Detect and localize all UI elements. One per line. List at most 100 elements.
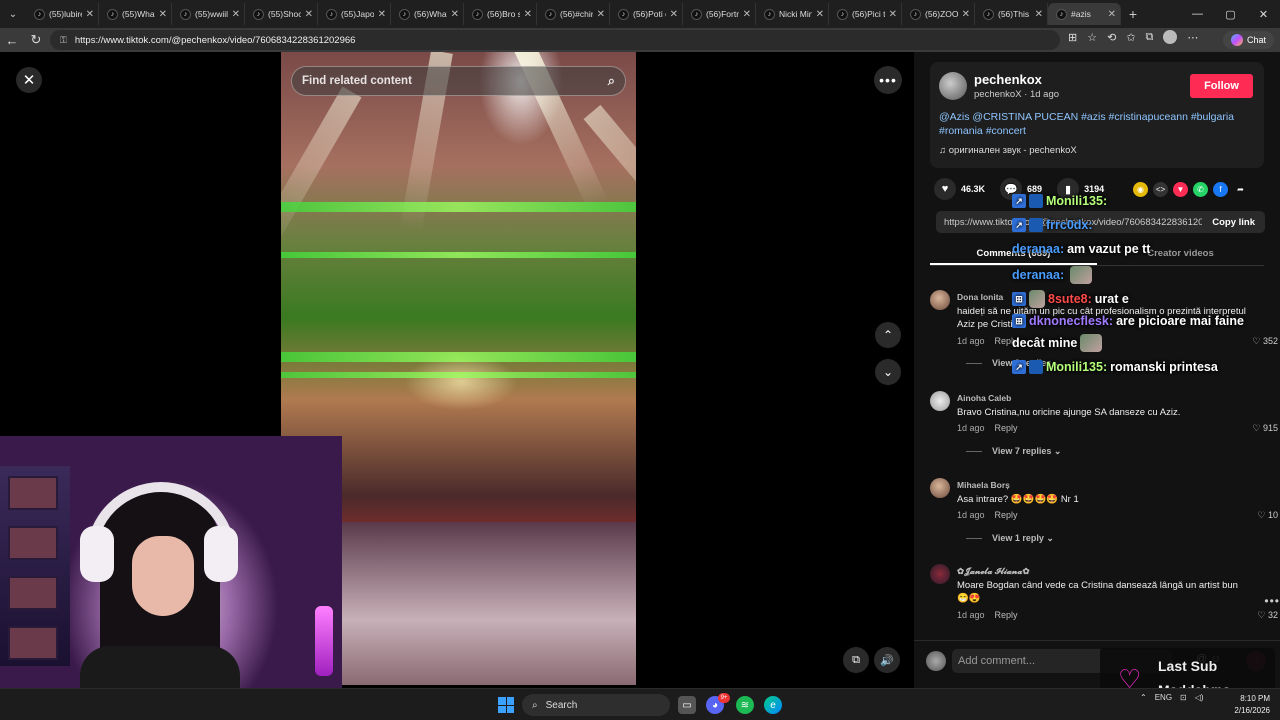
commenter-avatar[interactable] bbox=[930, 478, 950, 498]
heart-outline-icon[interactable]: ♡ bbox=[1257, 610, 1265, 620]
close-tab-icon[interactable]: ✕ bbox=[86, 9, 94, 20]
browser-tab[interactable]: ♪ (55)Japon ✕ bbox=[318, 3, 391, 25]
browser-tab[interactable]: ♪ (55)lubire ✕ bbox=[26, 3, 99, 25]
browser-tab[interactable]: ♪ (55)What ✕ bbox=[99, 3, 172, 25]
view-replies-button[interactable]: View 7 replies ⌄ bbox=[966, 446, 1061, 457]
commenter-name[interactable]: Dona Ionita bbox=[957, 292, 1003, 302]
like-stat[interactable]: ♥ 46.3K bbox=[934, 178, 985, 200]
comment-like[interactable]: ♡ 352 bbox=[1252, 336, 1278, 347]
browser-tab[interactable]: ♪ (56)What ✕ bbox=[391, 3, 464, 25]
author-name[interactable]: pechenkox bbox=[974, 72, 1042, 87]
browser-tab[interactable]: ♪ (56)ZOOZ ✕ bbox=[902, 3, 975, 25]
volume-tray-icon[interactable]: ◁) bbox=[1195, 693, 1204, 702]
profile-avatar[interactable] bbox=[1163, 30, 1178, 44]
commenter-name[interactable]: Mihaela Borș bbox=[957, 480, 1010, 490]
back-icon[interactable]: ← bbox=[0, 33, 24, 48]
copilot-chat-button[interactable]: Chat bbox=[1222, 31, 1274, 49]
settings-more-icon[interactable]: ⋯ bbox=[1187, 31, 1198, 44]
pip-icon[interactable]: ⧉ bbox=[843, 647, 869, 673]
url-field[interactable]: ⚿ https://www.tiktok.com/@pechenkox/vide… bbox=[50, 30, 1060, 50]
coin-icon[interactable]: ◉ bbox=[1133, 182, 1148, 197]
more-options-button[interactable]: ••• bbox=[874, 66, 902, 94]
close-tab-icon[interactable]: ✕ bbox=[962, 9, 970, 20]
close-video-button[interactable]: ✕ bbox=[16, 67, 42, 93]
send-icon[interactable]: ▼ bbox=[1173, 182, 1188, 197]
close-tab-icon[interactable]: ✕ bbox=[816, 9, 824, 20]
close-tab-icon[interactable]: ✕ bbox=[305, 9, 313, 20]
spotify-icon[interactable]: ≋ bbox=[736, 696, 754, 714]
share-arrow-icon[interactable]: ➦ bbox=[1233, 182, 1248, 197]
comment-like[interactable]: ♡ 915 bbox=[1252, 423, 1278, 434]
close-tab-icon[interactable]: ✕ bbox=[743, 9, 751, 20]
close-tab-icon[interactable]: ✕ bbox=[524, 9, 532, 20]
embed-icon[interactable]: <> bbox=[1153, 182, 1168, 197]
search-icon[interactable]: ⌕ bbox=[608, 73, 615, 89]
browser-tab[interactable]: ♪ (56)Fortni ✕ bbox=[683, 3, 756, 25]
edge-icon[interactable]: e bbox=[764, 696, 782, 714]
close-tab-icon[interactable]: ✕ bbox=[1108, 9, 1116, 20]
close-tab-icon[interactable]: ✕ bbox=[889, 9, 897, 20]
browser-tab[interactable]: ♪ (56)Bro sa ✕ bbox=[464, 3, 537, 25]
extensions-icon[interactable]: ⟲ bbox=[1107, 31, 1116, 44]
language-indicator[interactable]: ENG bbox=[1155, 693, 1172, 702]
file-explorer-icon[interactable]: ▭ bbox=[678, 696, 696, 714]
close-tab-icon[interactable]: ✕ bbox=[670, 9, 678, 20]
maximize-icon[interactable]: ▢ bbox=[1214, 8, 1247, 21]
close-window-icon[interactable]: ✕ bbox=[1247, 8, 1280, 21]
comment-like[interactable]: ♡ 10 bbox=[1257, 510, 1278, 521]
collections-icon[interactable]: ⧉ bbox=[1146, 31, 1154, 44]
network-icon[interactable]: ⊡ bbox=[1180, 693, 1187, 702]
app-available-icon[interactable]: ⊞ bbox=[1068, 31, 1077, 44]
comment-like[interactable]: ♡ 32 bbox=[1257, 610, 1278, 621]
close-tab-icon[interactable]: ✕ bbox=[451, 9, 459, 20]
follow-button[interactable]: Follow bbox=[1190, 74, 1253, 98]
tab-actions-icon[interactable]: ⌄ bbox=[0, 0, 26, 28]
music-row[interactable]: ♫ оригинален звук - pechenkoX bbox=[939, 145, 1077, 156]
copy-link-button[interactable]: Copy link bbox=[1202, 217, 1265, 228]
facebook-icon[interactable]: f bbox=[1213, 182, 1228, 197]
close-tab-icon[interactable]: ✕ bbox=[378, 9, 386, 20]
site-info-icon[interactable]: ⚿ bbox=[60, 35, 67, 46]
reply-button[interactable]: Reply bbox=[995, 510, 1018, 520]
next-video-button[interactable]: ⌄ bbox=[875, 359, 901, 385]
browser-tab[interactable]: ♪ (56)This g ✕ bbox=[975, 3, 1048, 25]
reply-button[interactable]: Reply bbox=[995, 423, 1018, 433]
heart-outline-icon[interactable]: ♡ bbox=[1252, 423, 1260, 433]
close-tab-icon[interactable]: ✕ bbox=[159, 9, 167, 20]
favorite-star-icon[interactable]: ☆ bbox=[1087, 31, 1097, 44]
comment-more-icon[interactable]: ••• bbox=[1264, 594, 1280, 608]
browser-tab[interactable]: ♪ (55)ᴡᴡiile ✕ bbox=[172, 3, 245, 25]
volume-icon[interactable]: 🔊 bbox=[874, 647, 900, 673]
windows-start-icon[interactable] bbox=[498, 697, 514, 713]
minimize-icon[interactable]: — bbox=[1181, 8, 1214, 20]
refresh-icon[interactable]: ↻ bbox=[24, 32, 48, 48]
author-avatar[interactable] bbox=[939, 72, 967, 100]
browser-tab[interactable]: ♪ (55)Shock ✕ bbox=[245, 3, 318, 25]
reply-button[interactable]: Reply bbox=[995, 610, 1018, 620]
close-tab-icon[interactable]: ✕ bbox=[597, 9, 605, 20]
new-tab-button[interactable]: + bbox=[1121, 6, 1145, 22]
browser-tab[interactable]: ♪ (56)Poti d ✕ bbox=[610, 3, 683, 25]
system-clock[interactable]: 8:10 PM 2/16/2026 bbox=[1228, 693, 1270, 717]
previous-video-button[interactable]: ⌃ bbox=[875, 322, 901, 348]
browser-tab[interactable]: ♪ Nicki Min ✕ bbox=[756, 3, 829, 25]
post-caption[interactable]: @Azis @CRISTINA PUCEAN #azis #cristinapu… bbox=[939, 110, 1259, 138]
heart-outline-icon[interactable]: ♡ bbox=[1257, 510, 1265, 520]
commenter-name[interactable]: ✿𝓙𝓪𝓷𝓮𝓵𝓪 𝓘𝓵𝓲𝓪𝓷𝓪✿ bbox=[957, 566, 1030, 577]
taskbar-search[interactable]: ⌕ Search bbox=[522, 694, 670, 716]
commenter-avatar[interactable] bbox=[930, 564, 950, 584]
commenter-avatar[interactable] bbox=[930, 290, 950, 310]
browser-tab[interactable]: ♪ #azis ✕ bbox=[1048, 3, 1121, 25]
related-search-bar[interactable]: Find related content ⌕ bbox=[291, 66, 626, 96]
whatsapp-icon[interactable]: ✆ bbox=[1193, 182, 1208, 197]
heart-icon[interactable]: ♥ bbox=[934, 178, 956, 200]
heart-outline-icon[interactable]: ♡ bbox=[1252, 336, 1260, 346]
favorites-icon[interactable]: ✩ bbox=[1126, 31, 1135, 44]
view-replies-button[interactable]: View 1 reply ⌄ bbox=[966, 533, 1054, 544]
browser-tab[interactable]: ♪ (56)Pici tr ✕ bbox=[829, 3, 902, 25]
browser-tab[interactable]: ♪ (56)#chine ✕ bbox=[537, 3, 610, 25]
commenter-avatar[interactable] bbox=[930, 391, 950, 411]
commenter-name[interactable]: Ainoha Caleb bbox=[957, 393, 1011, 403]
close-tab-icon[interactable]: ✕ bbox=[232, 9, 240, 20]
tray-chevron-icon[interactable]: ⌃ bbox=[1140, 693, 1147, 702]
